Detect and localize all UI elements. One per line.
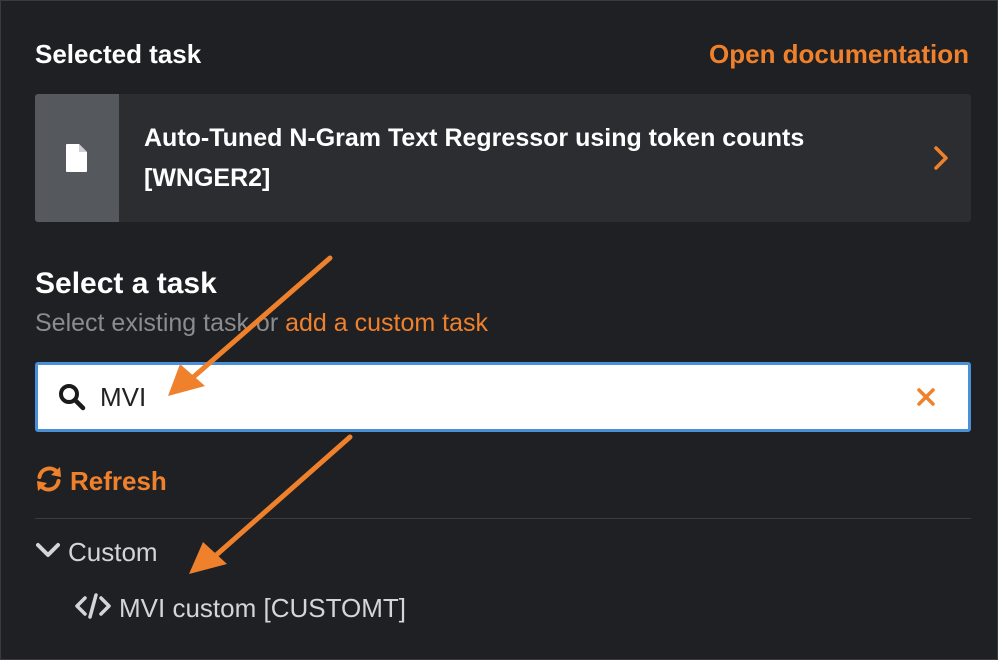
chevron-right-icon[interactable] [911, 145, 971, 171]
selected-task-id: [WNGER2] [144, 164, 271, 192]
subtitle-text: Select existing task or [35, 309, 286, 337]
search-input[interactable] [100, 381, 906, 413]
close-icon[interactable] [906, 387, 946, 407]
file-icon [35, 94, 119, 222]
selected-task-name-line1: Auto-Tuned N-Gram Text Regressor using t… [144, 124, 805, 152]
sync-icon [35, 465, 63, 498]
group-label: Custom [68, 537, 158, 567]
task-selection-panel: Selected task Open documentation Auto-Tu… [0, 0, 998, 660]
add-custom-task-link[interactable]: add a custom task [285, 309, 488, 337]
code-icon [75, 593, 111, 624]
divider [35, 518, 971, 519]
selected-task-name: Auto-Tuned N-Gram Text Regressor using t… [119, 118, 911, 198]
selected-task-card[interactable]: Auto-Tuned N-Gram Text Regressor using t… [35, 94, 971, 222]
search-icon [58, 383, 88, 411]
task-search-box[interactable] [35, 362, 971, 432]
group-custom-toggle[interactable]: Custom [35, 537, 158, 568]
chevron-down-icon [35, 542, 61, 563]
refresh-label: Refresh [70, 466, 167, 496]
refresh-button[interactable]: Refresh [35, 465, 167, 498]
task-result-label: MVI custom [CUSTOMT] [119, 593, 406, 623]
selected-task-heading: Selected task [35, 39, 202, 69]
open-documentation-link[interactable]: Open documentation [709, 39, 969, 70]
task-result-item[interactable]: MVI custom [CUSTOMT] [75, 593, 406, 624]
select-task-subtitle: Select existing task or add a custom tas… [35, 309, 488, 338]
select-task-heading: Select a task [35, 267, 217, 300]
